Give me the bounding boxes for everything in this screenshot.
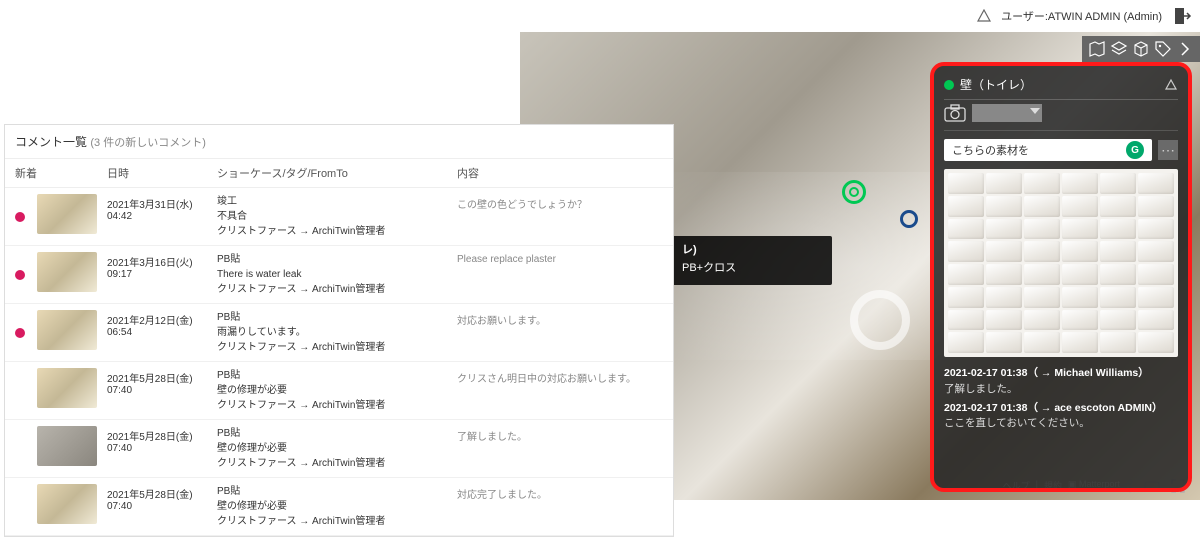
row-date: 2021年5月28日(金) 07:40	[107, 426, 217, 454]
thumbnail-image	[37, 368, 97, 408]
row-showcase: 竣工不具合クリストファース → ArchiTwin管理者	[217, 194, 457, 239]
table-row[interactable]: 2021年2月12日(金) 06:54PB貼雨漏りしています。クリストファース …	[5, 304, 673, 362]
table-row[interactable]: 2021年3月16日(火) 09:17PB貼There is water lea…	[5, 246, 673, 304]
message-header: 2021-02-17 01:38（ → Michael Williams）	[944, 366, 1178, 382]
detail-panel-title: 壁（トイレ）	[960, 76, 1158, 93]
message-body: ここを直しておいてください。	[944, 416, 1178, 432]
row-body: クリスさん明日中の対応お願いします。	[457, 368, 663, 385]
thumbnail-image	[37, 484, 97, 524]
row-body: 対応お願いします。	[457, 310, 663, 327]
status-dot-icon	[944, 80, 954, 90]
row-date: 2021年3月31日(水) 04:42	[107, 194, 217, 222]
row-showcase: PB貼壁の修理が必要クリストファース → ArchiTwin管理者	[217, 368, 457, 413]
logout-icon[interactable]	[1172, 6, 1192, 26]
row-body: 了解しました。	[457, 426, 663, 443]
new-dot-icon	[15, 270, 25, 280]
viewer-toolbar	[1082, 36, 1200, 62]
row-date: 2021年2月12日(金) 06:54	[107, 310, 217, 338]
marker-green-icon[interactable]	[842, 180, 866, 204]
comment-panel-title: コメント一覧 (3 件の新しいコメント)	[5, 125, 673, 159]
table-row[interactable]: 2021年5月28日(金) 07:40PB貼壁の修理が必要クリストファース → …	[5, 362, 673, 420]
user-label: ユーザー:ATWIN ADMIN (Admin)	[1001, 8, 1162, 24]
tag-icon[interactable]	[1154, 40, 1172, 58]
comment-list-panel: コメント一覧 (3 件の新しいコメント) 新着 日時 ショーケース/タグ/Fro…	[4, 124, 674, 537]
collapse-triangle-icon[interactable]	[1164, 78, 1178, 92]
marker-blue-icon[interactable]	[900, 210, 918, 228]
viewer-tooltip: レ) PB+クロス	[672, 236, 832, 285]
row-showcase: PB貼There is water leakクリストファース → ArchiTw…	[217, 252, 457, 297]
cube-icon[interactable]	[1132, 40, 1150, 58]
floor-navigation-ring[interactable]	[850, 290, 910, 350]
table-row[interactable]: 2021年5月28日(金) 07:40PB貼壁の修理が必要クリストファース → …	[5, 478, 673, 536]
thumbnail-image	[37, 426, 97, 466]
chevron-right-icon[interactable]	[1176, 40, 1194, 58]
table-row[interactable]: 2021年5月28日(金) 07:40PB貼壁の修理が必要クリストファース → …	[5, 420, 673, 478]
row-date: 2021年3月16日(火) 09:17	[107, 252, 217, 280]
row-showcase: PB貼壁の修理が必要クリストファース → ArchiTwin管理者	[217, 484, 457, 529]
new-dot-icon	[15, 212, 25, 222]
material-dropdown[interactable]	[972, 104, 1042, 122]
grammar-badge-icon[interactable]: G	[1126, 141, 1144, 159]
detail-message-list: 2021-02-17 01:38（ → Michael Williams）了解し…	[944, 363, 1178, 435]
row-body: Please replace plaster	[457, 252, 663, 265]
row-date: 2021年5月28日(金) 07:40	[107, 484, 217, 512]
row-showcase: PB貼壁の修理が必要クリストファース → ArchiTwin管理者	[217, 426, 457, 471]
message-body: 了解しました。	[944, 382, 1178, 398]
row-date: 2021年5月28日(金) 07:40	[107, 368, 217, 396]
material-preview-image	[944, 169, 1178, 357]
comment-table-header: 新着 日時 ショーケース/タグ/FromTo 内容	[5, 159, 673, 188]
thumbnail-image	[37, 194, 97, 234]
map-icon[interactable]	[1088, 40, 1106, 58]
thumbnail-image	[37, 252, 97, 292]
new-dot-icon	[15, 328, 25, 338]
more-options-button[interactable]: ⋯	[1158, 140, 1178, 160]
camera-icon[interactable]	[944, 104, 966, 122]
table-row[interactable]: 2021年3月31日(水) 04:42竣工不具合クリストファース → Archi…	[5, 188, 673, 246]
message-header: 2021-02-17 01:38（ → ace escoton ADMIN）	[944, 401, 1178, 417]
row-showcase: PB貼雨漏りしています。クリストファース → ArchiTwin管理者	[217, 310, 457, 355]
brand-triangle-icon	[977, 9, 991, 23]
row-body: この壁の色どうでしょうか？	[457, 194, 663, 211]
row-body: 対応完了しました。	[457, 484, 663, 501]
comment-input[interactable]	[944, 139, 1152, 161]
thumbnail-image	[37, 310, 97, 350]
layers-icon[interactable]	[1110, 40, 1128, 58]
detail-side-panel: 壁（トイレ） G ⋯ 2021-02-17 01:38（ → Michael W…	[930, 62, 1192, 492]
